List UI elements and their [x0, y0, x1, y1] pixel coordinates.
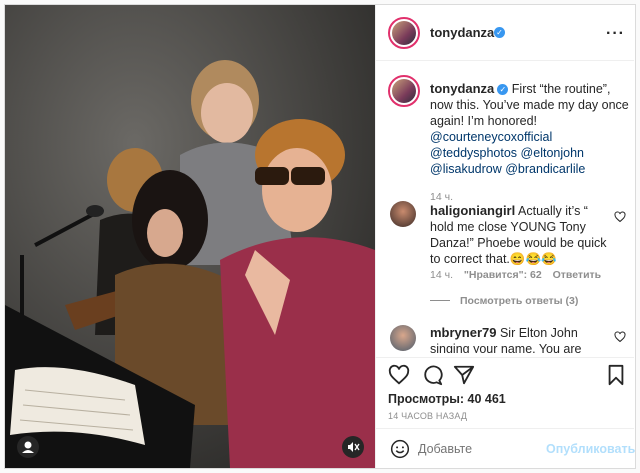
heart-icon[interactable]: [388, 364, 410, 386]
speaker-muted-icon[interactable]: [342, 436, 364, 458]
instagram-post: tonydanza ✓ ··· tonydanza ✓ First “the ro…: [4, 4, 636, 469]
post-timestamp[interactable]: 14 ЧАСОВ НАЗАД: [388, 411, 467, 421]
mention-link[interactable]: @teddysphotos: [430, 146, 517, 160]
views-count[interactable]: Просмотры: 40 461: [388, 392, 506, 406]
bookmark-icon[interactable]: [606, 364, 626, 386]
mention-link[interactable]: @brandicarlile: [505, 162, 585, 176]
comment-meta: 14 ч. "Нравится": 62 Ответить: [430, 269, 630, 281]
post-header: tonydanza ✓ ···: [376, 5, 634, 61]
heart-icon[interactable]: [614, 211, 626, 223]
comment-likes[interactable]: "Нравится": 62: [464, 269, 542, 281]
post-author-username[interactable]: tonydanza: [430, 25, 494, 40]
mention-link[interactable]: @eltonjohn: [521, 146, 584, 160]
verified-badge-icon: ✓: [497, 84, 509, 95]
caption-text-block: tonydanza ✓ First “the routine”, now this…: [430, 81, 630, 205]
caption-avatar[interactable]: [388, 75, 420, 107]
publish-button[interactable]: Опубликовать: [546, 442, 635, 456]
replies-divider: [430, 300, 450, 301]
heart-icon[interactable]: [614, 331, 626, 343]
post-sidebar: tonydanza ✓ ··· tonydanza ✓ First “the ro…: [375, 5, 635, 468]
reply-button[interactable]: Ответить: [553, 269, 602, 281]
comment: mbryner79 Sir Elton John singing your na…: [388, 323, 626, 353]
verified-badge-icon: ✓: [494, 27, 505, 38]
mention-link[interactable]: @lisakudrow: [430, 162, 502, 176]
comment-time[interactable]: 14 ч.: [430, 269, 453, 281]
comment-username[interactable]: mbryner79: [430, 325, 496, 340]
comment-username[interactable]: haligoniangirl: [430, 203, 515, 218]
more-options-icon[interactable]: ···: [606, 25, 625, 43]
view-replies-button[interactable]: Посмотреть ответы (3): [430, 295, 630, 307]
comment-avatar[interactable]: [390, 325, 416, 351]
post-video[interactable]: [5, 5, 375, 468]
share-icon[interactable]: [453, 364, 475, 386]
comment-avatar[interactable]: [390, 201, 416, 227]
video-frame: [5, 5, 375, 468]
view-replies-label: Посмотреть ответы (3): [460, 295, 579, 307]
comment-body: mbryner79 Sir Elton John singing your na…: [430, 325, 615, 353]
emoji-icon[interactable]: [390, 439, 410, 459]
avatar[interactable]: [388, 17, 420, 49]
comment-icon[interactable]: [421, 364, 443, 386]
comment-body: haligoniangirl Actually it’s “ hold me c…: [430, 203, 615, 267]
action-bar: Просмотры: 40 461 14 ЧАСОВ НАЗАД: [376, 357, 634, 428]
mention-link[interactable]: @courteneycoxofficial: [430, 130, 552, 144]
caption-username[interactable]: tonydanza: [430, 81, 494, 96]
comment-input[interactable]: [418, 440, 538, 458]
user-tag-icon[interactable]: [17, 436, 39, 458]
add-comment-bar: Опубликовать: [376, 428, 635, 468]
